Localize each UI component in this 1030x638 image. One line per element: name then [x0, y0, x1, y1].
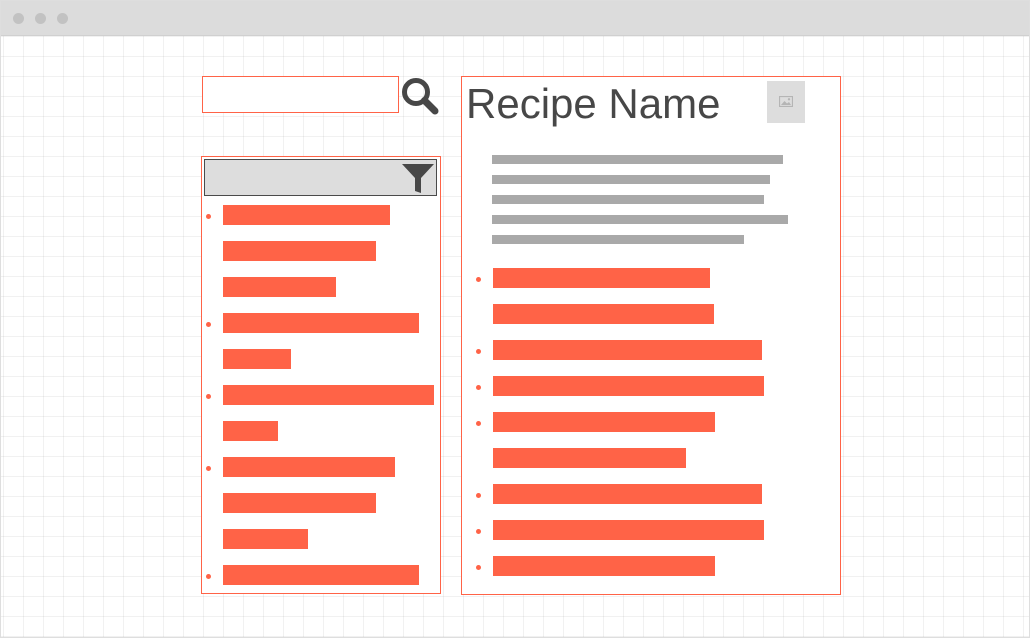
description-line — [492, 195, 764, 204]
list-bullet — [206, 394, 211, 399]
filter-list-item[interactable] — [223, 565, 419, 585]
recipe-panel: Recipe Name — [461, 76, 841, 595]
filter-list-item[interactable] — [223, 421, 278, 441]
filter-list-item[interactable] — [223, 313, 419, 333]
list-bullet — [206, 322, 211, 327]
list-bullet — [476, 493, 481, 498]
list-bullet — [476, 277, 481, 282]
filter-list-item[interactable] — [223, 385, 434, 405]
filter-list-item[interactable] — [223, 277, 336, 297]
description-line — [492, 235, 744, 244]
filter-list-item[interactable] — [223, 529, 308, 549]
filter-panel — [201, 156, 441, 594]
window-dot-minimize[interactable] — [35, 13, 46, 24]
list-bullet — [476, 565, 481, 570]
list-bullet — [476, 385, 481, 390]
list-bullet — [206, 574, 211, 579]
filter-bar — [204, 159, 437, 196]
ingredient-item[interactable] — [493, 448, 686, 468]
ingredient-item[interactable] — [493, 520, 764, 540]
filter-list-item[interactable] — [223, 349, 291, 369]
filter-list-item[interactable] — [223, 493, 376, 513]
filter-list-item[interactable] — [223, 205, 390, 225]
ingredient-item[interactable] — [493, 304, 714, 324]
ingredient-item[interactable] — [493, 556, 715, 576]
description-line — [492, 155, 783, 164]
list-bullet — [476, 529, 481, 534]
description-line — [492, 215, 788, 224]
search-input[interactable] — [202, 76, 399, 113]
ingredient-item[interactable] — [493, 412, 715, 432]
search-icon[interactable] — [400, 76, 440, 116]
list-bullet — [206, 466, 211, 471]
filter-icon[interactable] — [401, 161, 435, 195]
window-titlebar — [1, 1, 1029, 36]
ingredient-item[interactable] — [493, 376, 764, 396]
window-dot-maximize[interactable] — [57, 13, 68, 24]
ingredient-item[interactable] — [493, 340, 762, 360]
ingredient-item[interactable] — [493, 484, 762, 504]
description-line — [492, 175, 770, 184]
list-bullet — [476, 421, 481, 426]
filter-list-item[interactable] — [223, 241, 376, 261]
recipe-title: Recipe Name — [466, 80, 721, 127]
ingredient-item[interactable] — [493, 268, 710, 288]
list-bullet — [206, 214, 211, 219]
window-dot-close[interactable] — [13, 13, 24, 24]
filter-list-item[interactable] — [223, 457, 395, 477]
list-bullet — [476, 349, 481, 354]
image-icon — [767, 81, 805, 123]
